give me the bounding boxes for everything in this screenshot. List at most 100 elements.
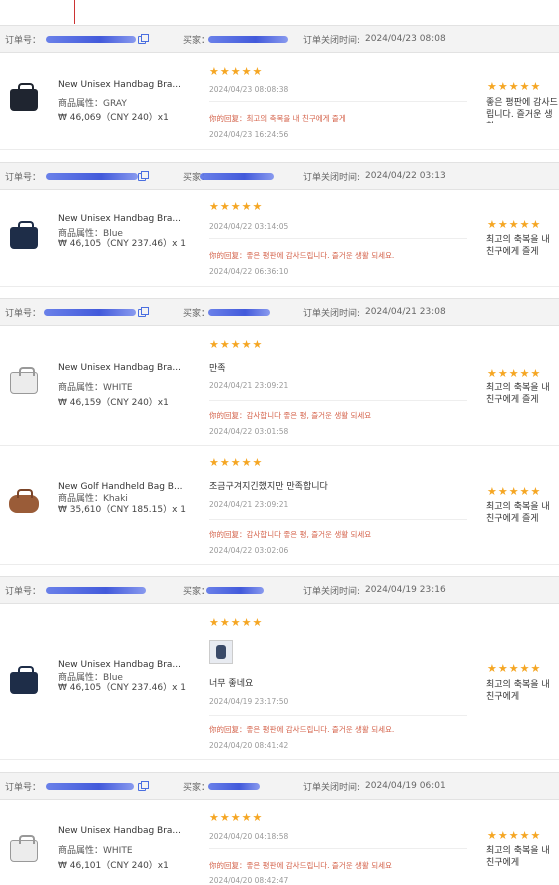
copy-icon[interactable] xyxy=(138,307,149,317)
product-name[interactable]: New Unisex Handbag Bra... xyxy=(58,214,186,224)
divider xyxy=(209,238,467,239)
order-item: New Golf Handheld Bag B... 商品属性：Khaki ₩ … xyxy=(0,446,559,565)
buyer-redacted xyxy=(208,36,288,43)
comment-text: 조금구겨지긴했지만 만족합니다 xyxy=(209,482,328,492)
seller-reply: 你的回复：좋은 평판에 감사드립니다. 즐거운 생활 되세요 xyxy=(209,861,392,870)
rating-stars-right: ★★★★★ xyxy=(487,80,542,93)
order-header: 订单号： 买家： 订单关闭时间: 2024/04/19 06:01 xyxy=(0,772,559,800)
rating-stars: ★★★★★ xyxy=(209,338,264,351)
order-no-label: 订单号： xyxy=(5,782,42,793)
close-time-label: 订单关闭时间: xyxy=(303,782,361,793)
buyer-redacted xyxy=(206,587,264,594)
review-photo[interactable] xyxy=(209,640,233,664)
divider xyxy=(209,715,467,716)
order-no-redacted xyxy=(44,309,136,316)
seller-reply: 你的回复：최고의 축복을 내 친구에게 즐게 xyxy=(209,114,346,123)
right-review-text: 좋은 평판에 감사드립니다. 즐거운 생활 xyxy=(486,98,558,123)
rating-stars-right: ★★★★★ xyxy=(487,367,542,380)
product-name[interactable]: New Unisex Handbag Bra... xyxy=(58,660,186,670)
reply-date: 2024/04/22 03:01:58 xyxy=(209,427,289,436)
order-no-redacted xyxy=(46,36,136,43)
buyer-redacted xyxy=(208,309,270,316)
reply-date: 2024/04/23 16:24:56 xyxy=(209,130,289,139)
seller-reply: 你的回复：감사합니다 좋은 평, 즐거운 생활 되세요 xyxy=(209,411,372,420)
product-image[interactable] xyxy=(6,220,42,256)
rating-stars: ★★★★★ xyxy=(209,65,264,78)
seller-reply: 你的回复：좋은 평판에 감사드립니다. 즐거운 생활 되세요. xyxy=(209,725,395,734)
right-review-text: 최고의 축복을 내 친구에게 즐게 xyxy=(486,235,550,257)
comment-date: 2024/04/19 23:17:50 xyxy=(209,697,289,706)
order-item: New Unisex Handbag Bra... 商品属性：WHITE ₩ 4… xyxy=(0,327,559,446)
rating-stars: ★★★★★ xyxy=(209,616,264,629)
close-time: 2024/04/23 08:08 xyxy=(365,34,446,44)
buyer-label: 买家： xyxy=(183,35,211,46)
comment-text: 너무 좋네요 xyxy=(209,679,254,689)
reply-date: 2024/04/22 06:36:10 xyxy=(209,267,289,276)
rating-stars: ★★★★★ xyxy=(209,200,264,213)
product-price: ₩ 46,105（CNY 237.46）x 1 xyxy=(58,239,187,249)
seller-reply: 你的回复：감사합니다 좋은 평, 즐거운 생활 되세요 xyxy=(209,530,372,539)
product-name[interactable]: New Unisex Handbag Bra... xyxy=(58,826,186,836)
copy-icon[interactable] xyxy=(138,781,149,791)
comment-date: 2024/04/20 04:18:58 xyxy=(209,832,289,841)
right-review-text: 최고의 축복을 내 친구에게 즐게 xyxy=(486,383,550,405)
top-marker-line xyxy=(74,0,75,24)
comment-date: 2024/04/23 08:08:38 xyxy=(209,85,289,94)
right-review-text: 최고의 축복을 내 친구에게 xyxy=(486,680,550,702)
product-price: ₩ 46,069（CNY 240）x1 xyxy=(58,113,169,123)
order-no-redacted xyxy=(46,587,146,594)
right-review-text: 최고의 축복을 내 친구에게 즐게 xyxy=(486,502,550,524)
rating-stars: ★★★★★ xyxy=(209,456,264,469)
divider xyxy=(209,400,467,401)
buyer-redacted xyxy=(200,173,274,180)
close-time-label: 订单关闭时间: xyxy=(303,308,361,319)
order-no-label: 订单号： xyxy=(5,308,42,319)
rating-stars-right: ★★★★★ xyxy=(487,662,542,675)
close-time-label: 订单关闭时间: xyxy=(303,586,361,597)
reply-date: 2024/04/20 08:42:47 xyxy=(209,876,289,885)
order-no-label: 订单号： xyxy=(5,586,42,597)
comment-date: 2024/04/21 23:09:21 xyxy=(209,381,289,390)
order-no-label: 订单号： xyxy=(5,35,42,46)
product-name[interactable]: New Unisex Handbag Bra... xyxy=(58,80,186,90)
rating-stars-right: ★★★★★ xyxy=(487,218,542,231)
buyer-label: 买家： xyxy=(183,782,211,793)
close-time-label: 订单关闭时间: xyxy=(303,35,361,46)
reply-date: 2024/04/20 08:41:42 xyxy=(209,741,289,750)
buyer-label: 买家： xyxy=(183,308,211,319)
product-price: ₩ 46,105（CNY 237.46）x 1 xyxy=(58,683,187,693)
close-time: 2024/04/22 03:13 xyxy=(365,171,446,181)
product-attr: 商品属性：Khaki xyxy=(58,494,128,504)
order-item: New Unisex Handbag Bra... 商品属性：Blue ₩ 46… xyxy=(0,605,559,760)
close-time-label: 订单关闭时间: xyxy=(303,172,361,183)
copy-icon[interactable] xyxy=(138,34,149,44)
order-header: 订单号： 买家： 订单关闭时间: 2024/04/21 23:08 xyxy=(0,298,559,326)
product-image[interactable] xyxy=(6,486,42,522)
rating-stars-right: ★★★★★ xyxy=(487,829,542,842)
comment-text: 만족 xyxy=(209,364,226,374)
buyer-redacted xyxy=(208,783,260,790)
order-no-label: 订单号： xyxy=(5,172,42,183)
product-image[interactable] xyxy=(6,833,42,869)
divider xyxy=(209,101,467,102)
order-item: New Unisex Handbag Bra... 商品属性：WHITE ₩ 4… xyxy=(0,801,559,885)
product-price: ₩ 46,101（CNY 240）x1 xyxy=(58,861,169,871)
close-time: 2024/04/19 23:16 xyxy=(365,585,446,595)
order-header: 订单号： 买家： 订单关闭时间: 2024/04/23 08:08 xyxy=(0,25,559,53)
rating-stars-right: ★★★★★ xyxy=(487,485,542,498)
product-attr: 商品属性：WHITE xyxy=(58,383,133,393)
product-image[interactable] xyxy=(6,82,42,118)
product-image[interactable] xyxy=(6,365,42,401)
copy-icon[interactable] xyxy=(138,171,149,181)
seller-reply: 你的回复：좋은 평판에 감사드립니다. 즐거운 생활 되세요. xyxy=(209,251,395,260)
divider xyxy=(209,848,467,849)
order-item: New Unisex Handbag Bra... 商品属性：GRAY ₩ 46… xyxy=(0,54,559,150)
product-image[interactable] xyxy=(6,665,42,701)
product-attr: 商品属性：WHITE xyxy=(58,846,133,856)
order-no-redacted xyxy=(46,173,138,180)
product-name[interactable]: New Unisex Handbag Bra... xyxy=(58,363,186,373)
close-time: 2024/04/19 06:01 xyxy=(365,781,446,791)
comment-date: 2024/04/21 23:09:21 xyxy=(209,500,289,509)
divider xyxy=(209,519,467,520)
comment-date: 2024/04/22 03:14:05 xyxy=(209,222,289,231)
